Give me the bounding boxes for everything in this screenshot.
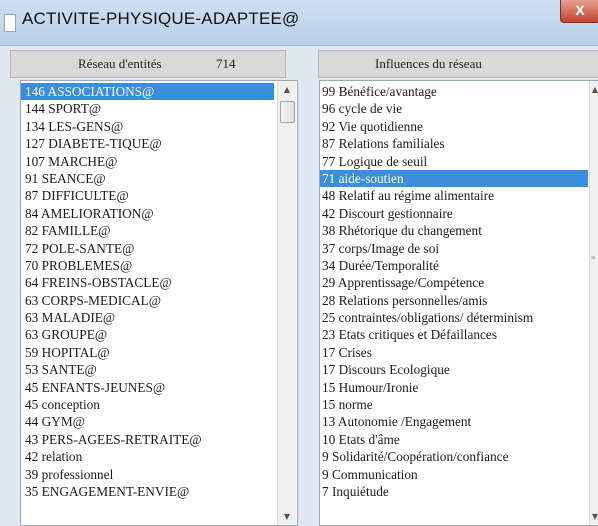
list-item[interactable]: 39 professionnel <box>21 466 274 483</box>
entity-network-header: Réseau d'entités 714 <box>10 50 286 78</box>
entity-list-scrollbar[interactable]: ▲ ▼ <box>277 81 296 525</box>
list-item[interactable]: 77 Logique de seuil <box>320 153 588 170</box>
list-item[interactable]: 7 Inquiétude <box>320 483 588 500</box>
list-item[interactable]: 71 aide-soutien <box>320 169 588 188</box>
influence-list-panel: 99 Bénéfice/avantage 96 cycle de vie 92 Vi… <box>319 80 598 526</box>
list-item[interactable]: 64 FREINS-OBSTACLE@ <box>21 274 274 291</box>
network-influences-header: Influences du réseau <box>318 50 598 78</box>
window-title: ACTIVITE-PHYSIQUE-ADAPTEE@ <box>22 9 300 28</box>
list-item[interactable]: 127 DIABETE-TIQUE@ <box>21 135 274 152</box>
list-item[interactable]: 63 MALADIE@ <box>21 309 274 326</box>
list-item[interactable]: 134 LES-GENS@ <box>21 118 274 135</box>
list-item[interactable]: 13 Autonomie /Engagement <box>320 413 588 430</box>
list-item[interactable]: 34 Durée/Temporalité <box>320 257 588 274</box>
influence-list-scrollbar[interactable]: ▲ ≡ ▼ <box>589 81 598 525</box>
scroll-thumb[interactable] <box>280 101 295 123</box>
list-item[interactable]: 87 DIFFICULTE@ <box>21 187 274 204</box>
list-item[interactable]: 44 GYM@ <box>21 413 274 430</box>
list-item[interactable]: 59 HOPITAL@ <box>21 344 274 361</box>
list-item[interactable]: 9 Communication <box>320 466 588 483</box>
list-item[interactable]: 17 Discours Ecologique <box>320 361 588 378</box>
list-item[interactable]: 45 ENFANTS-JEUNES@ <box>21 379 274 396</box>
list-item[interactable]: 35 ENGAGEMENT-ENVIE@ <box>21 483 274 500</box>
list-item[interactable]: 10 Etats d'âme <box>320 431 588 448</box>
scroll-up-arrow-icon[interactable]: ▲ <box>590 81 598 98</box>
list-item[interactable]: 91 SEANCE@ <box>21 170 274 187</box>
list-item[interactable]: 107 MARCHE@ <box>21 153 274 170</box>
list-item[interactable]: 42 relation <box>21 448 274 465</box>
list-item[interactable]: 82 FAMILLE@ <box>21 222 274 239</box>
list-item[interactable]: 72 POLE-SANTE@ <box>21 240 274 257</box>
scroll-down-arrow-icon[interactable]: ▼ <box>590 508 598 525</box>
list-item[interactable]: 45 conception <box>21 396 274 413</box>
list-item[interactable]: 53 SANTE@ <box>21 361 274 378</box>
scroll-grip-icon: ≡ <box>591 253 596 262</box>
list-item[interactable]: 43 PERS-AGEES-RETRAITE@ <box>21 431 274 448</box>
list-item[interactable]: 38 Rhétorique du changement <box>320 222 588 239</box>
list-item[interactable]: 28 Relations personnelles/amis <box>320 292 588 309</box>
list-item[interactable]: 29 Apprentissage/Compétence <box>320 274 588 291</box>
list-item[interactable]: 99 Bénéfice/avantage <box>320 83 588 100</box>
influence-list[interactable]: 99 Bénéfice/avantage 96 cycle de vie 92 Vi… <box>320 83 588 500</box>
title-bar: ACTIVITE-PHYSIQUE-ADAPTEE@ X <box>0 0 598 46</box>
list-item[interactable]: 42 Discourt gestionnaire <box>320 205 588 222</box>
list-item[interactable]: 70 PROBLEMES@ <box>21 257 274 274</box>
close-button[interactable]: X <box>560 0 598 23</box>
list-item[interactable]: 96 cycle de vie <box>320 100 588 117</box>
entity-list-panel: 146 ASSOCIATIONS@ 144 SPORT@ 134 LES-GENS@… <box>20 80 298 526</box>
entity-network-label: Réseau d'entités <box>78 56 162 71</box>
network-influences-label: Influences du réseau <box>375 56 482 71</box>
list-item[interactable]: 23 Etats critiques et Défaillances <box>320 326 588 343</box>
list-item[interactable]: 144 SPORT@ <box>21 100 274 117</box>
list-item[interactable]: 63 GROUPE@ <box>21 326 274 343</box>
entity-list[interactable]: 146 ASSOCIATIONS@ 144 SPORT@ 134 LES-GENS@… <box>21 83 274 500</box>
entity-count: 714 <box>216 56 236 71</box>
list-item[interactable]: 17 Crises <box>320 344 588 361</box>
list-item[interactable]: 84 AMELIORATION@ <box>21 205 274 222</box>
list-item[interactable]: 15 Humour/Ironie <box>320 379 588 396</box>
list-item[interactable]: 146 ASSOCIATIONS@ <box>21 83 274 101</box>
list-item[interactable]: 15 norme <box>320 396 588 413</box>
scroll-down-arrow-icon[interactable]: ▼ <box>278 508 296 525</box>
list-item[interactable]: 25 contraintes/obligations/ déterminism <box>320 309 588 326</box>
scroll-up-arrow-icon[interactable]: ▲ <box>278 81 296 98</box>
list-item[interactable]: 37 corps/Image de soi <box>320 240 588 257</box>
list-item[interactable]: 9 Solidarité/Coopération/confiance <box>320 448 588 465</box>
app-icon <box>4 14 16 32</box>
list-item[interactable]: 87 Relations familiales <box>320 135 588 152</box>
list-item[interactable]: 63 CORPS-MEDICAL@ <box>21 292 274 309</box>
list-item[interactable]: 48 Relatif au régime alimentaire <box>320 187 588 204</box>
list-item[interactable]: 92 Vie quotidienne <box>320 118 588 135</box>
